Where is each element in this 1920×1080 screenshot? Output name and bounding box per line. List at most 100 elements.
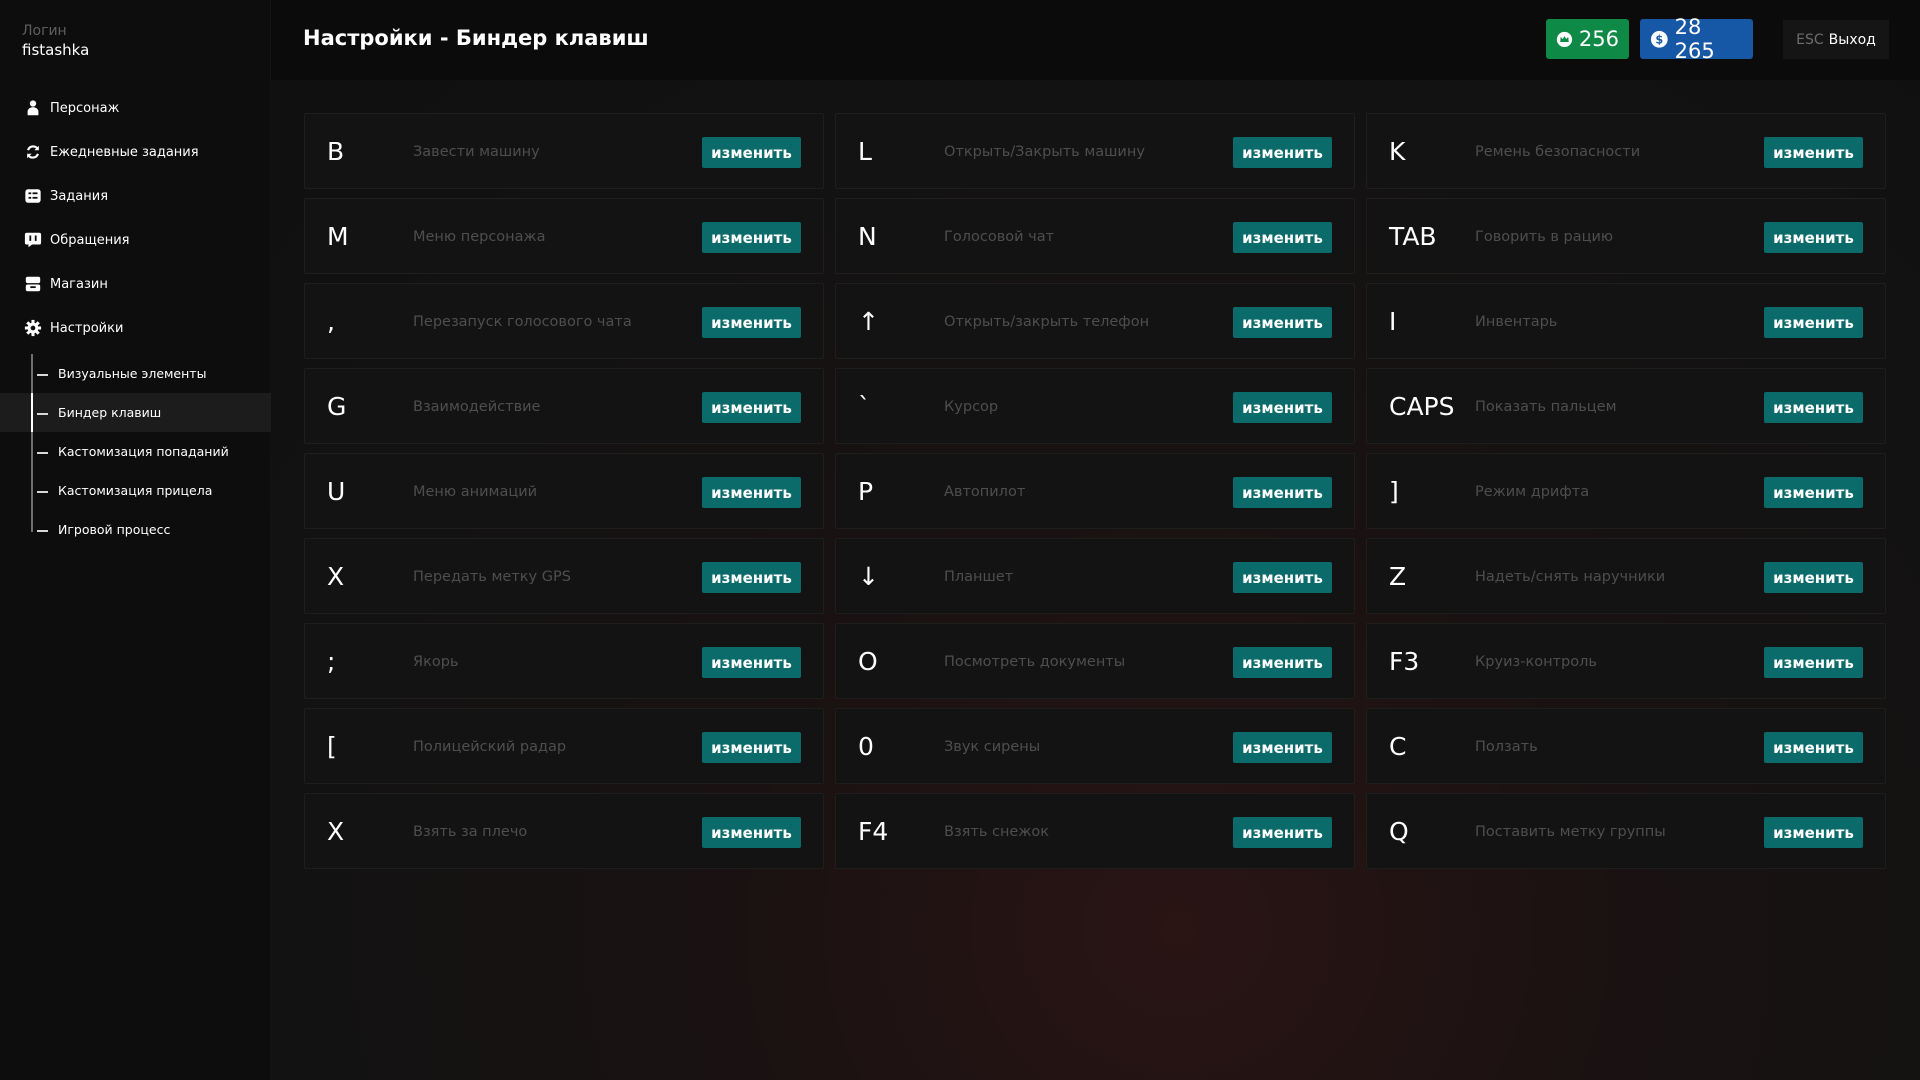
binding-card: I Инвентарь изменить bbox=[1366, 283, 1886, 359]
sidebar-item-daily-tasks[interactable]: Ежедневные задания bbox=[0, 130, 271, 174]
change-binding-button[interactable]: изменить bbox=[1233, 732, 1332, 763]
sidebar-item-label: Настройки bbox=[50, 320, 124, 336]
binding-key: G bbox=[327, 392, 347, 421]
binding-action: Курсор bbox=[944, 399, 999, 415]
sidebar-nav: Персонаж Ежедневные задания Задания Обра… bbox=[0, 86, 271, 549]
main-content: B Завести машину изменить L Открыть/Закрыть … bbox=[271, 80, 1920, 1080]
binding-key: P bbox=[858, 477, 874, 506]
binding-key: K bbox=[1389, 137, 1406, 166]
change-binding-button[interactable]: изменить bbox=[702, 732, 801, 763]
binding-action: Взять за плечо bbox=[413, 824, 528, 840]
binding-card: F4 Взять снежок изменить bbox=[835, 793, 1355, 869]
change-binding-button[interactable]: изменить bbox=[1233, 562, 1332, 593]
binding-action: Голосовой чат bbox=[944, 229, 1055, 245]
change-binding-button[interactable]: изменить bbox=[702, 817, 801, 848]
change-binding-button[interactable]: изменить bbox=[1233, 222, 1332, 253]
binding-card: ↑ Открыть/закрыть телефон изменить bbox=[835, 283, 1355, 359]
binding-key: U bbox=[327, 477, 346, 506]
binding-key: X bbox=[327, 562, 345, 591]
change-binding-button[interactable]: изменить bbox=[1233, 647, 1332, 678]
binding-action: Автопилот bbox=[944, 484, 1026, 500]
binding-action: Ползать bbox=[1475, 739, 1538, 755]
subnav-item-crosshair-customization[interactable]: Кастомизация прицела bbox=[31, 471, 271, 510]
binding-key: 0 bbox=[858, 732, 874, 761]
sidebar-item-shop[interactable]: Магазин bbox=[0, 262, 271, 306]
binding-card: X Передать метку GPS изменить bbox=[304, 538, 824, 614]
sidebar-item-label: Обращения bbox=[50, 232, 130, 248]
change-binding-button[interactable]: изменить bbox=[1233, 307, 1332, 338]
exit-button[interactable]: ESC Выход bbox=[1783, 20, 1889, 59]
sidebar-item-tasks[interactable]: Задания bbox=[0, 174, 271, 218]
binding-key: O bbox=[858, 647, 878, 676]
subnav-item-label: Кастомизация прицела bbox=[58, 483, 213, 498]
subnav-item-visual-elements[interactable]: Визуальные элементы bbox=[31, 354, 271, 393]
binding-key: N bbox=[858, 222, 877, 251]
page-title: Настройки - Биндер клавиш bbox=[303, 26, 649, 50]
sidebar-item-requests[interactable]: Обращения bbox=[0, 218, 271, 262]
change-binding-button[interactable]: изменить bbox=[702, 392, 801, 423]
binding-action: Посмотреть документы bbox=[944, 654, 1126, 670]
sidebar-item-label: Задания bbox=[50, 188, 109, 204]
tasks-icon bbox=[22, 185, 44, 207]
subnav-item-label: Игровой процесс bbox=[58, 522, 171, 537]
binding-card: CAPS Показать пальцем изменить bbox=[1366, 368, 1886, 444]
change-binding-button[interactable]: изменить bbox=[1764, 307, 1863, 338]
change-binding-button[interactable]: изменить bbox=[702, 222, 801, 253]
subnav-item-hit-customization[interactable]: Кастомизация попаданий bbox=[31, 432, 271, 471]
change-binding-button[interactable]: изменить bbox=[1764, 392, 1863, 423]
change-binding-button[interactable]: изменить bbox=[1233, 392, 1332, 423]
binding-key: I bbox=[1389, 307, 1397, 336]
binding-card: Q Поставить метку группы изменить bbox=[1366, 793, 1886, 869]
change-binding-button[interactable]: изменить bbox=[1233, 817, 1332, 848]
gear-icon bbox=[22, 317, 44, 339]
change-binding-button[interactable]: изменить bbox=[1764, 647, 1863, 678]
binding-key: M bbox=[327, 222, 349, 251]
binding-key: ↑ bbox=[858, 307, 879, 336]
binding-key: [ bbox=[327, 732, 337, 761]
sidebar-item-settings[interactable]: Настройки bbox=[0, 306, 271, 350]
change-binding-button[interactable]: изменить bbox=[1233, 137, 1332, 168]
sidebar-item-character[interactable]: Персонаж bbox=[0, 86, 271, 130]
binding-key: , bbox=[327, 307, 335, 336]
crowns-value: 256 bbox=[1578, 27, 1619, 51]
change-binding-button[interactable]: изменить bbox=[702, 562, 801, 593]
binding-key: ; bbox=[327, 647, 336, 676]
coins-badge: $ 28 265 bbox=[1640, 15, 1753, 63]
refresh-icon bbox=[22, 141, 44, 163]
person-icon bbox=[22, 97, 44, 119]
change-binding-button[interactable]: изменить bbox=[702, 647, 801, 678]
binding-action: Ремень безопасности bbox=[1475, 144, 1641, 160]
change-binding-button[interactable]: изменить bbox=[1233, 477, 1332, 508]
binding-action: Полицейский радар bbox=[413, 739, 567, 755]
binding-card: U Меню анимаций изменить bbox=[304, 453, 824, 529]
subnav-item-key-binder[interactable]: Биндер клавиш bbox=[0, 393, 271, 432]
binding-card: TAB Говорить в рацию изменить bbox=[1366, 198, 1886, 274]
binding-key: F4 bbox=[858, 817, 889, 846]
change-binding-button[interactable]: изменить bbox=[1764, 732, 1863, 763]
binding-action: Режим дрифта bbox=[1475, 484, 1590, 500]
binding-action: Говорить в рацию bbox=[1475, 229, 1614, 245]
change-binding-button[interactable]: изменить bbox=[702, 307, 801, 338]
binding-action: Открыть/закрыть телефон bbox=[944, 314, 1150, 330]
exit-key-hint: ESC bbox=[1796, 31, 1824, 48]
change-binding-button[interactable]: изменить bbox=[1764, 222, 1863, 253]
binding-card: F3 Круиз-контроль изменить bbox=[1366, 623, 1886, 699]
change-binding-button[interactable]: изменить bbox=[702, 477, 801, 508]
binding-action: Открыть/Закрыть машину bbox=[944, 144, 1145, 160]
binding-action: Меню персонажа bbox=[413, 229, 546, 245]
crown-icon bbox=[1556, 29, 1573, 49]
settings-subnav: Визуальные элементы Биндер клавиш Кастом… bbox=[0, 350, 271, 549]
change-binding-button[interactable]: изменить bbox=[1764, 477, 1863, 508]
binding-card: 0 Звук сирены изменить bbox=[835, 708, 1355, 784]
change-binding-button[interactable]: изменить bbox=[1764, 817, 1863, 848]
change-binding-button[interactable]: изменить bbox=[1764, 562, 1863, 593]
change-binding-button[interactable]: изменить bbox=[1764, 137, 1863, 168]
subnav-item-gameplay[interactable]: Игровой процесс bbox=[31, 510, 271, 549]
crowns-badge: 256 bbox=[1546, 19, 1629, 59]
sidebar: Логин fistashka Персонаж Ежедневные зада… bbox=[0, 0, 271, 1080]
binding-action: Показать пальцем bbox=[1475, 399, 1617, 415]
chat-icon bbox=[22, 229, 44, 251]
binding-action: Меню анимаций bbox=[413, 484, 538, 500]
subnav-item-label: Визуальные элементы bbox=[58, 366, 207, 381]
change-binding-button[interactable]: изменить bbox=[702, 137, 801, 168]
